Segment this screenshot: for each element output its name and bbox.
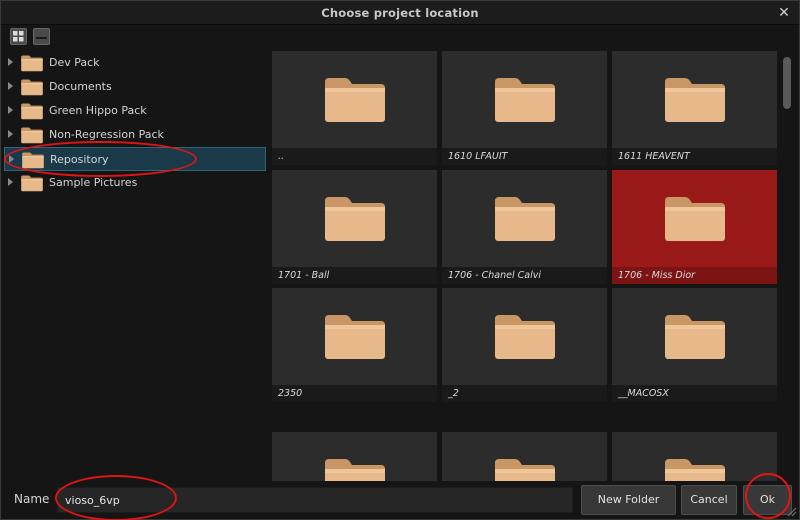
folder-icon: [19, 102, 45, 123]
scrollbar-thumb[interactable]: [783, 57, 791, 109]
tree-item-label: Green Hippo Pack: [49, 104, 147, 117]
folder-tile-caption: 1610 LFAUIT: [442, 148, 607, 165]
tree-item-repository[interactable]: Repository: [4, 147, 266, 171]
resize-grip-icon[interactable]: [785, 505, 797, 517]
folder-icon: [272, 51, 437, 148]
tree-item-green-hippo-pack[interactable]: Green Hippo Pack: [4, 99, 266, 123]
name-input[interactable]: [57, 487, 573, 513]
tree-item-non-regression-pack[interactable]: Non-Regression Pack: [4, 123, 266, 147]
tree-item-sample-pictures[interactable]: Sample Pictures: [4, 171, 266, 195]
folder-icon: [612, 170, 777, 267]
folder-tile-caption: 1611 HEAVENT: [612, 148, 777, 165]
tree-item-label: Repository: [50, 153, 109, 166]
grid-view-icon[interactable]: [10, 28, 27, 45]
folder-icon: [19, 78, 45, 99]
folder-tile-caption: __MACOSX: [612, 385, 777, 402]
tree-item-dev-pack[interactable]: Dev Pack: [4, 51, 266, 75]
folder-icon: [19, 174, 45, 195]
expand-arrow-icon[interactable]: [9, 155, 14, 163]
folder-icon: [272, 432, 437, 481]
folder-icon: [20, 151, 46, 172]
folder-icon: [19, 126, 45, 147]
expand-arrow-icon[interactable]: [8, 106, 13, 114]
folder-icon: [612, 432, 777, 481]
folder-icon: [612, 51, 777, 148]
choose-project-location-dialog: Choose project location ✕ Dev Pack Docume…: [0, 0, 800, 520]
folder-tile-caption: 1701 - Ball: [272, 267, 437, 284]
folder-grid: .. 1610 LFAUIT 1611 HEAVENT 1701 - Ball 1706…: [272, 51, 780, 481]
folder-tile[interactable]: 1611 HEAVENT: [612, 51, 777, 165]
folder-tile[interactable]: 2350: [272, 288, 437, 402]
folder-icon: [442, 170, 607, 267]
folder-tile[interactable]: 1706 - Chanel Calvi: [442, 170, 607, 284]
grid-scrollbar[interactable]: [781, 51, 795, 481]
folder-tile-caption: 1706 - Miss Dior: [612, 267, 777, 284]
tree-item-label: Documents: [49, 80, 112, 93]
expand-arrow-icon[interactable]: [8, 178, 13, 186]
new-folder-button[interactable]: New Folder: [581, 485, 676, 515]
folder-tile[interactable]: 1610 LFAUIT: [442, 51, 607, 165]
tree-item-label: Sample Pictures: [49, 176, 138, 189]
tree-item-documents[interactable]: Documents: [4, 75, 266, 99]
list-view-icon[interactable]: [33, 28, 50, 45]
cancel-button[interactable]: Cancel: [681, 485, 737, 515]
folder-icon: [612, 288, 777, 385]
folder-icon: [272, 170, 437, 267]
folder-icon: [442, 288, 607, 385]
folder-icon: [442, 51, 607, 148]
folder-tile[interactable]: [272, 432, 437, 481]
folder-tile[interactable]: 1701 - Ball: [272, 170, 437, 284]
folder-tile-caption: 1706 - Chanel Calvi: [442, 267, 607, 284]
folder-tile[interactable]: [612, 432, 777, 481]
dialog-title: Choose project location: [321, 6, 479, 20]
tree-item-label: Dev Pack: [49, 56, 100, 69]
folder-icon: [19, 54, 45, 75]
folder-tile-caption: ..: [272, 148, 437, 165]
folder-tile-caption: 2350: [272, 385, 437, 402]
folder-tree: Dev Pack Documents Green Hippo Pack Non-Reg…: [4, 51, 268, 195]
close-icon[interactable]: ✕: [776, 5, 792, 21]
expand-arrow-icon[interactable]: [8, 58, 13, 66]
title-bar: Choose project location ✕: [1, 1, 799, 25]
folder-tile-caption: _2: [442, 385, 607, 402]
folder-tile[interactable]: 1706 - Miss Dior: [612, 170, 777, 284]
expand-arrow-icon[interactable]: [8, 82, 13, 90]
expand-arrow-icon[interactable]: [8, 130, 13, 138]
name-label: Name: [14, 492, 50, 506]
folder-icon: [442, 432, 607, 481]
folder-tile[interactable]: [442, 432, 607, 481]
tree-item-label: Non-Regression Pack: [49, 128, 164, 141]
folder-tile[interactable]: __MACOSX: [612, 288, 777, 402]
folder-tile[interactable]: ..: [272, 51, 437, 165]
folder-tile[interactable]: _2: [442, 288, 607, 402]
folder-icon: [272, 288, 437, 385]
